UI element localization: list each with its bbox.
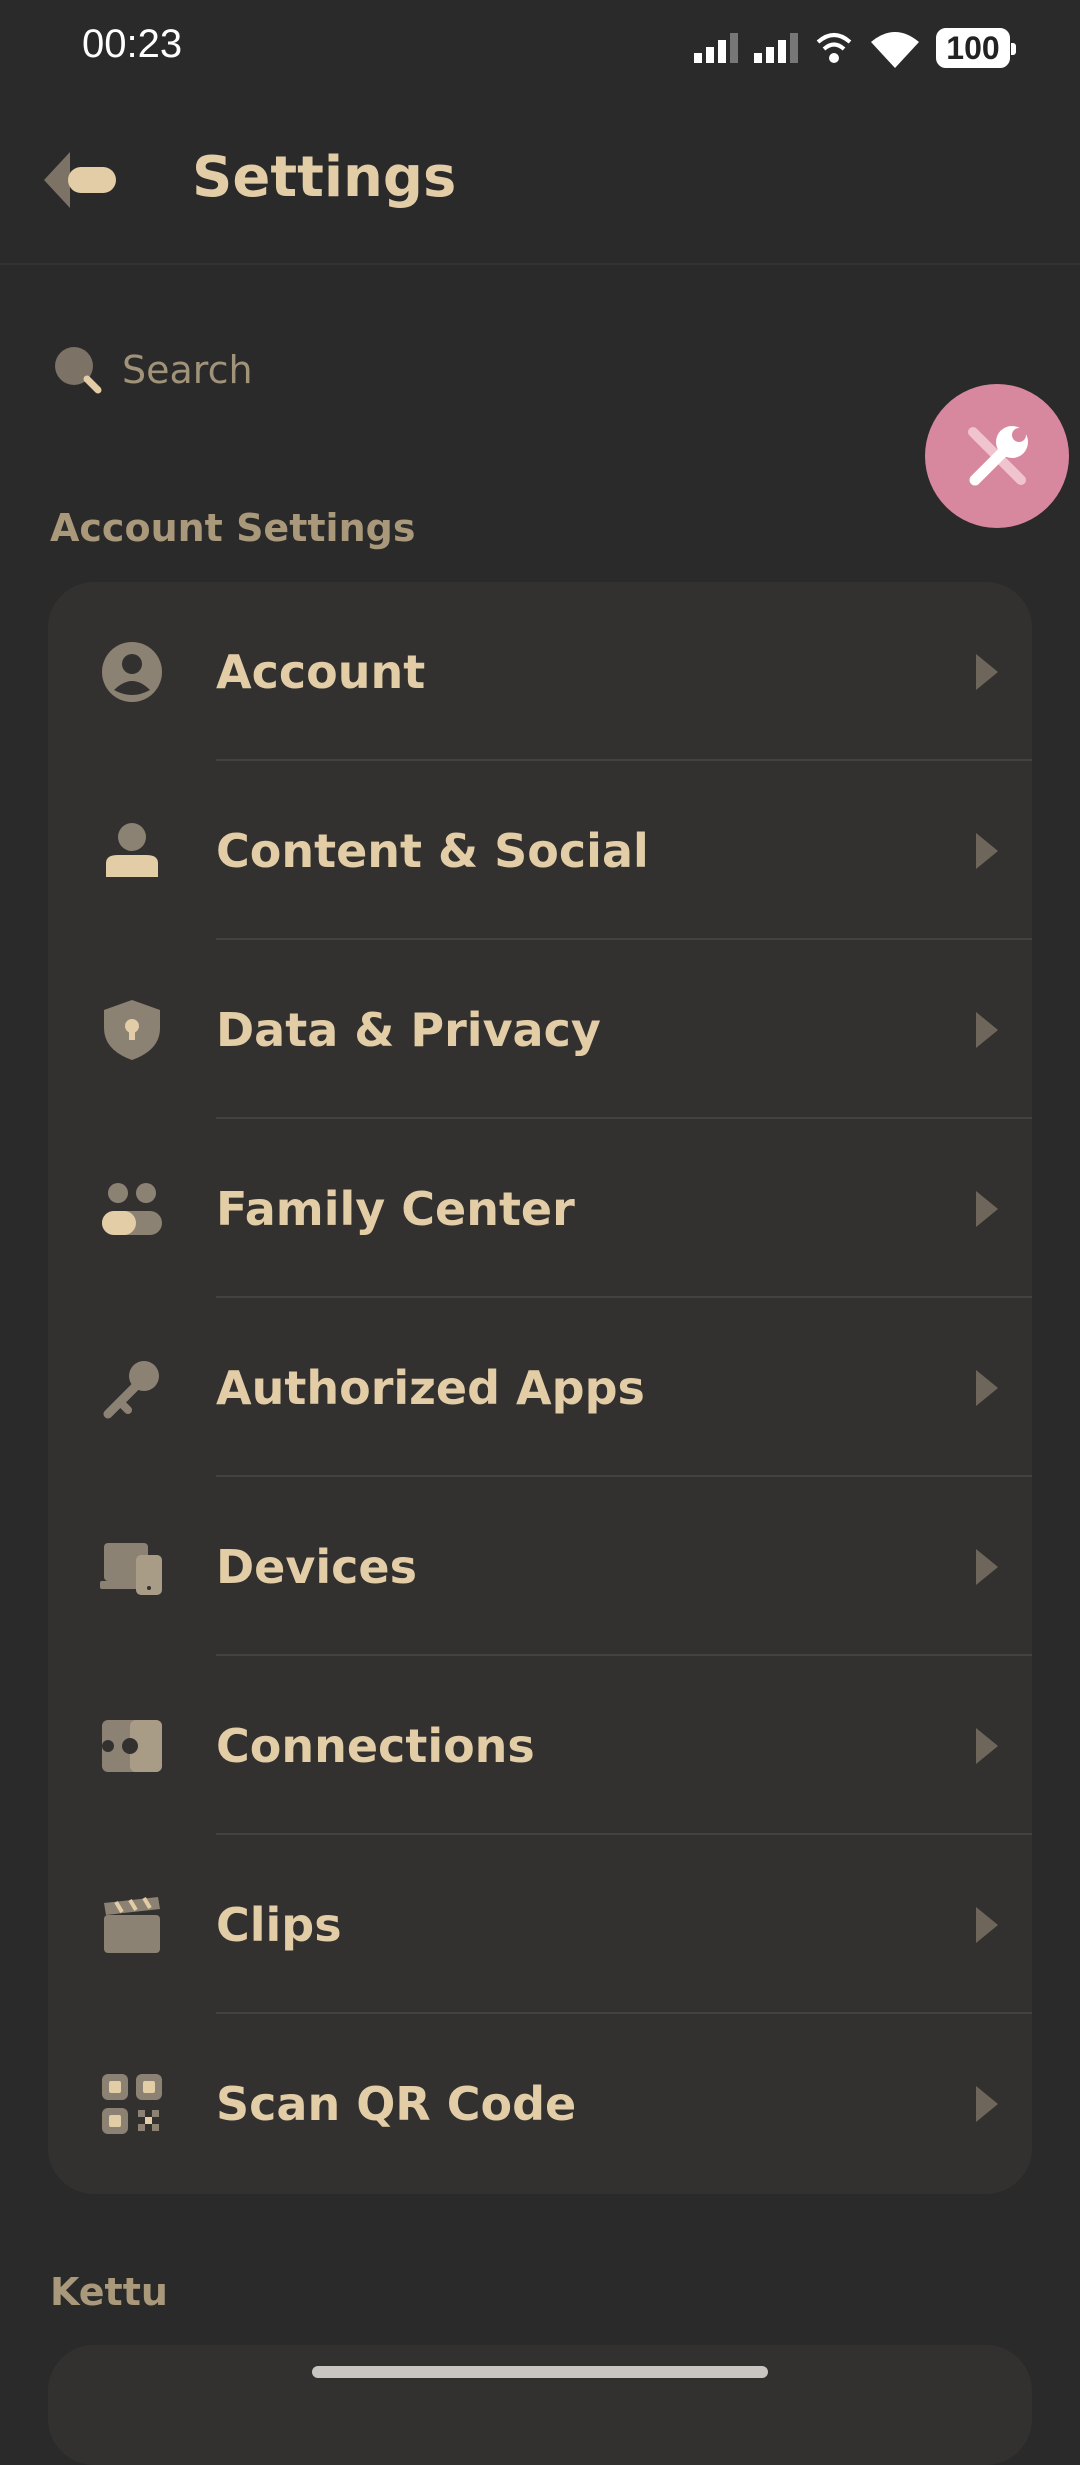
chevron-right-icon bbox=[976, 1191, 998, 1227]
status-bar: 00:23 100 bbox=[0, 0, 1080, 100]
qr-code-icon bbox=[100, 2072, 164, 2136]
section-label-account-settings: Account Settings bbox=[50, 506, 416, 550]
menu-item-account[interactable]: Account bbox=[48, 582, 1032, 761]
menu-item-connections[interactable]: Connections bbox=[48, 1656, 1032, 1835]
clapperboard-icon bbox=[100, 1893, 164, 1957]
chevron-right-icon bbox=[976, 2086, 998, 2122]
battery-icon: 100 bbox=[936, 28, 1016, 68]
menu-item-label: Authorized Apps bbox=[216, 1360, 645, 1415]
wifi-icon bbox=[871, 32, 919, 68]
search-placeholder: Search bbox=[122, 348, 253, 392]
wifi-calling-icon bbox=[816, 33, 852, 63]
chevron-right-icon bbox=[976, 1907, 998, 1943]
key-icon bbox=[100, 1356, 164, 1420]
top-bar: Settings bbox=[0, 100, 1080, 265]
shield-lock-icon bbox=[100, 998, 164, 1062]
chevron-right-icon bbox=[976, 654, 998, 690]
account-circle-icon bbox=[100, 640, 164, 704]
menu-item-authorized-apps[interactable]: Authorized Apps bbox=[48, 1298, 1032, 1477]
chevron-right-icon bbox=[976, 1549, 998, 1585]
page-title: Settings bbox=[192, 145, 457, 210]
menu-item-label: Clips bbox=[216, 1897, 342, 1952]
home-indicator[interactable] bbox=[312, 2366, 768, 2378]
menu-item-data-privacy[interactable]: Data & Privacy bbox=[48, 940, 1032, 1119]
menu-item-label: Connections bbox=[216, 1718, 535, 1773]
clock: 00:23 bbox=[82, 22, 183, 66]
menu-item-content-social[interactable]: Content & Social bbox=[48, 761, 1032, 940]
tools-fab-button[interactable] bbox=[925, 384, 1069, 528]
puzzle-icon bbox=[100, 1714, 164, 1778]
chevron-right-icon bbox=[976, 1012, 998, 1048]
search-input[interactable]: Search bbox=[50, 330, 253, 410]
signal-icon-2 bbox=[754, 33, 798, 63]
menu-item-clips[interactable]: Clips bbox=[48, 1835, 1032, 2014]
menu-item-label: Scan QR Code bbox=[216, 2076, 577, 2131]
chevron-right-icon bbox=[976, 1370, 998, 1406]
menu-item-label: Family Center bbox=[216, 1181, 575, 1236]
back-arrow-icon bbox=[44, 152, 116, 208]
signal-icon bbox=[694, 33, 738, 63]
status-icons: 100 bbox=[694, 28, 1016, 68]
menu-item-label: Devices bbox=[216, 1539, 417, 1594]
kettu-card bbox=[48, 2345, 1032, 2465]
devices-icon bbox=[100, 1535, 164, 1599]
family-icon bbox=[100, 1177, 164, 1241]
menu-item-label: Content & Social bbox=[216, 823, 649, 878]
search-icon bbox=[55, 347, 102, 394]
menu-item-scan-qr-code[interactable]: Scan QR Code bbox=[48, 2014, 1032, 2193]
menu-item-label: Data & Privacy bbox=[216, 1002, 601, 1057]
person-icon bbox=[100, 819, 164, 883]
chevron-right-icon bbox=[976, 833, 998, 869]
wrench-icon bbox=[968, 426, 1028, 486]
account-settings-card: Account Content & Social Data & Privacy bbox=[48, 582, 1032, 2194]
menu-item-label: Account bbox=[216, 644, 426, 699]
menu-item-family-center[interactable]: Family Center bbox=[48, 1119, 1032, 1298]
chevron-right-icon bbox=[976, 1728, 998, 1764]
back-button[interactable] bbox=[40, 150, 130, 210]
menu-item-devices[interactable]: Devices bbox=[48, 1477, 1032, 1656]
section-label-kettu: Kettu bbox=[50, 2270, 168, 2314]
